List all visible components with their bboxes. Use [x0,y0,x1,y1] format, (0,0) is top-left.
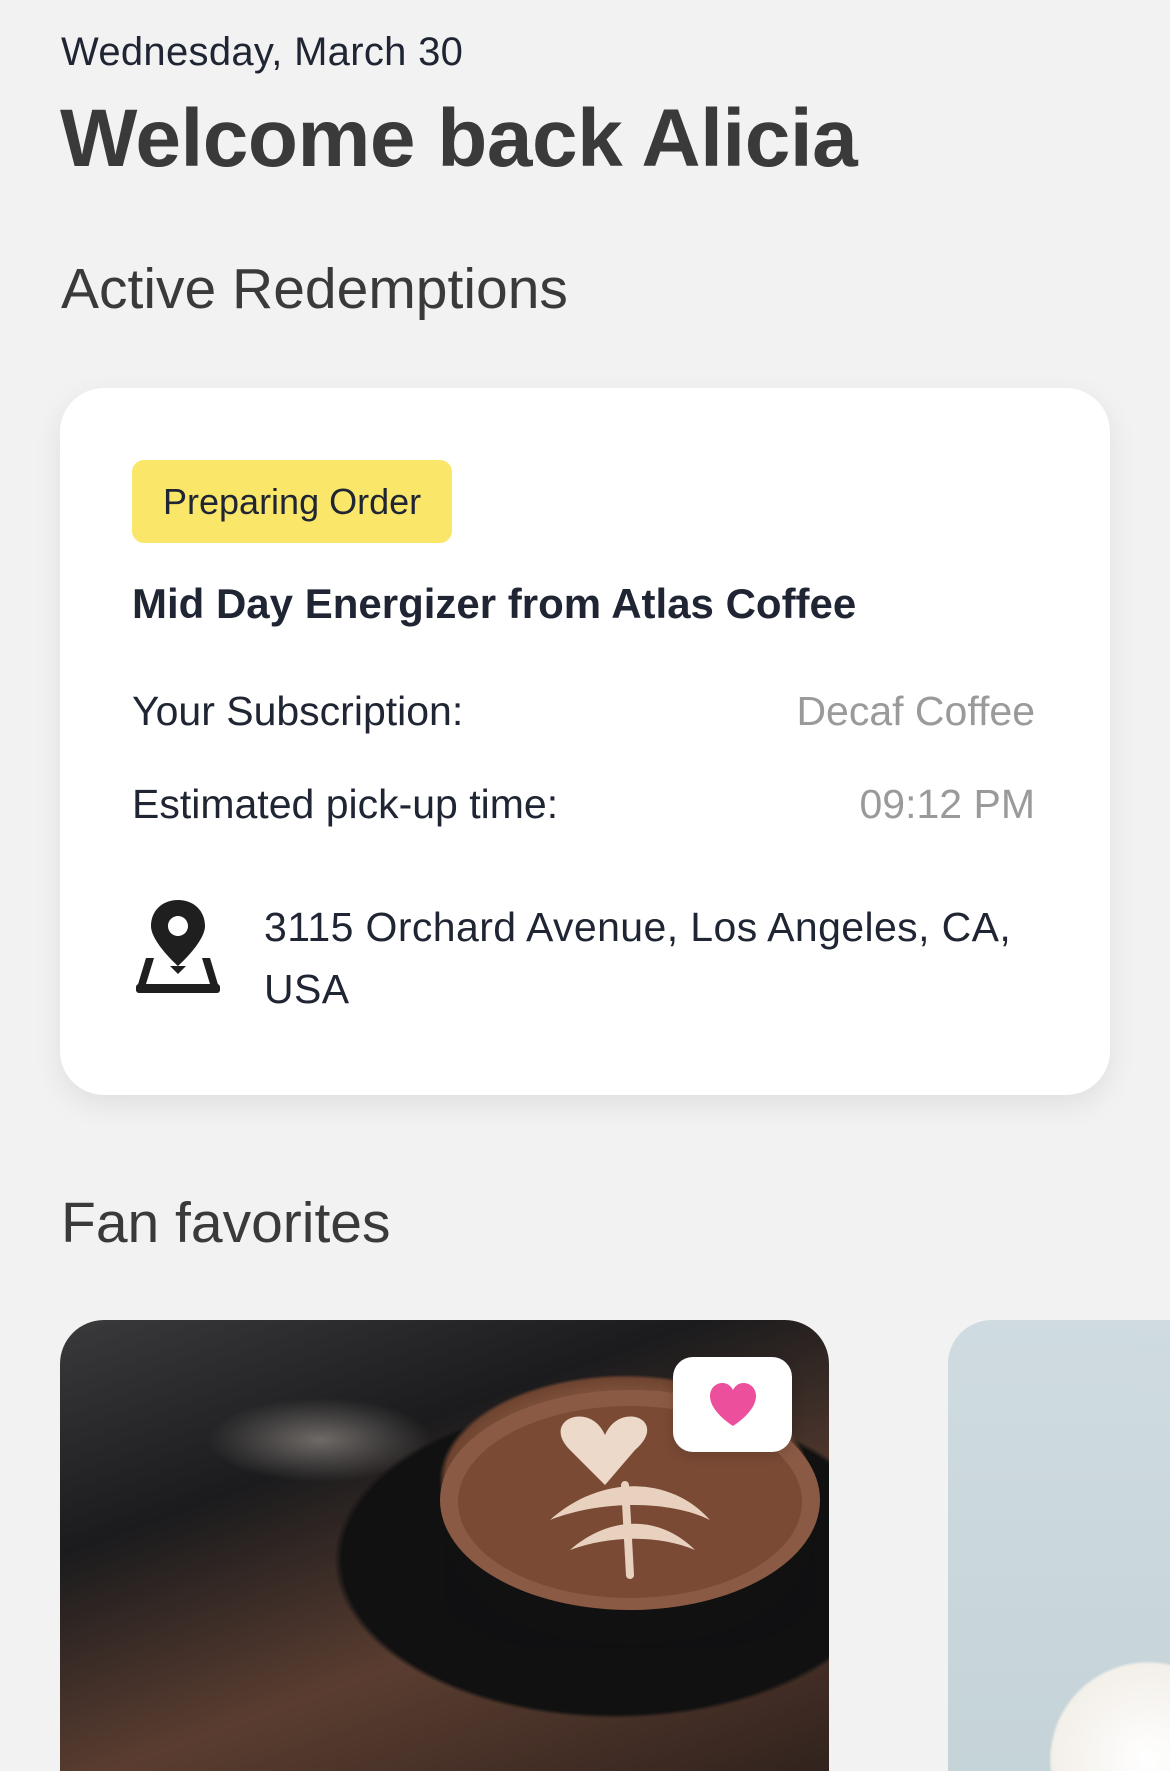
order-title: Mid Day Energizer from Atlas Coffee [132,580,857,627]
subscription-label: Your Subscription: [132,688,464,734]
fan-favorite-card-food[interactable] [948,1320,1170,1771]
date-label: Wednesday, March 30 [61,30,464,74]
heart-icon [709,1382,756,1426]
subscription-row: Your Subscription: Decaf Coffee [132,688,1035,735]
map-pin-icon [136,900,220,993]
pickup-time-row: Estimated pick-up time: 09:12 PM [132,781,1035,828]
page-title: Welcome back Alicia [60,93,858,184]
active-redemptions-heading: Active Redemptions [61,257,568,321]
fan-favorites-heading: Fan favorites [61,1191,391,1255]
redemption-card[interactable]: Preparing Order Mid Day Energizer from A… [60,388,1110,1095]
subscription-value: Decaf Coffee [796,688,1035,734]
pickup-time-value: 09:12 PM [859,781,1036,827]
pickup-address[interactable]: 3115 Orchard Avenue, Los Angeles, CA, US… [132,896,1042,1020]
favorite-button[interactable] [673,1357,792,1452]
address-text: 3115 Orchard Avenue, Los Angeles, CA, US… [264,904,1012,1012]
status-badge: Preparing Order [132,460,453,543]
home-screen: Wednesday, March 30 Welcome back Alicia … [0,0,1170,1771]
pickup-time-label: Estimated pick-up time: [132,781,559,827]
